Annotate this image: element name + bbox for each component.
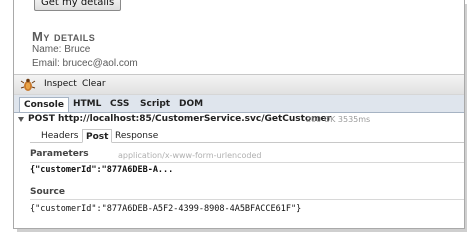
tab-html[interactable]: HTML: [69, 97, 105, 112]
customer-name: Name: Bruce: [32, 44, 91, 55]
page-heading: My details: [32, 29, 96, 44]
customer-email: Email: brucec@aol.com: [32, 58, 138, 69]
parameters-label: Parameters: [30, 149, 89, 159]
tab-dom[interactable]: DOM: [175, 97, 207, 112]
source-label: Source: [30, 187, 65, 197]
tab-script[interactable]: Script: [136, 97, 174, 112]
subtab-response[interactable]: Response: [112, 129, 161, 143]
subtab-headers[interactable]: Headers: [38, 129, 81, 143]
inspect-button[interactable]: Inspect: [44, 79, 77, 89]
get-my-details-button[interactable]: Get my details: [34, 0, 122, 11]
parameters-value: {"customerId":"877A6DEB-A...: [30, 165, 174, 175]
frame-shadow-bottom: [17, 229, 467, 232]
source-divider: [30, 199, 464, 200]
subtab-post[interactable]: Post: [82, 129, 113, 143]
request-row[interactable]: POST http://localhost:85/CustomerService…: [14, 113, 464, 128]
parameters-divider: [30, 162, 464, 163]
clear-button[interactable]: Clear: [82, 79, 106, 89]
firebug-icon[interactable]: [20, 78, 36, 92]
request-status: 200 OK 3535ms: [306, 115, 371, 124]
content-type: application/x-www-form-urlencoded: [118, 151, 262, 160]
panel-tab-bar: Console HTML CSS Script DOM: [14, 95, 464, 113]
request-subtab-bar: Headers Post Response: [30, 128, 464, 143]
request-url: POST http://localhost:85/CustomerService…: [28, 114, 332, 124]
tab-css[interactable]: CSS: [106, 97, 133, 112]
tab-console[interactable]: Console: [19, 97, 69, 112]
firebug-toolbar: Inspect Clear: [14, 74, 464, 95]
web-page: Get my details My details Name: Bruce Em…: [14, 0, 464, 74]
screenshot-frame: Get my details My details Name: Bruce Em…: [13, 0, 465, 229]
source-value: {"customerId":"877A6DEB-A5F2-4399-8908-4…: [30, 204, 302, 214]
expand-arrow-icon[interactable]: [18, 117, 24, 122]
